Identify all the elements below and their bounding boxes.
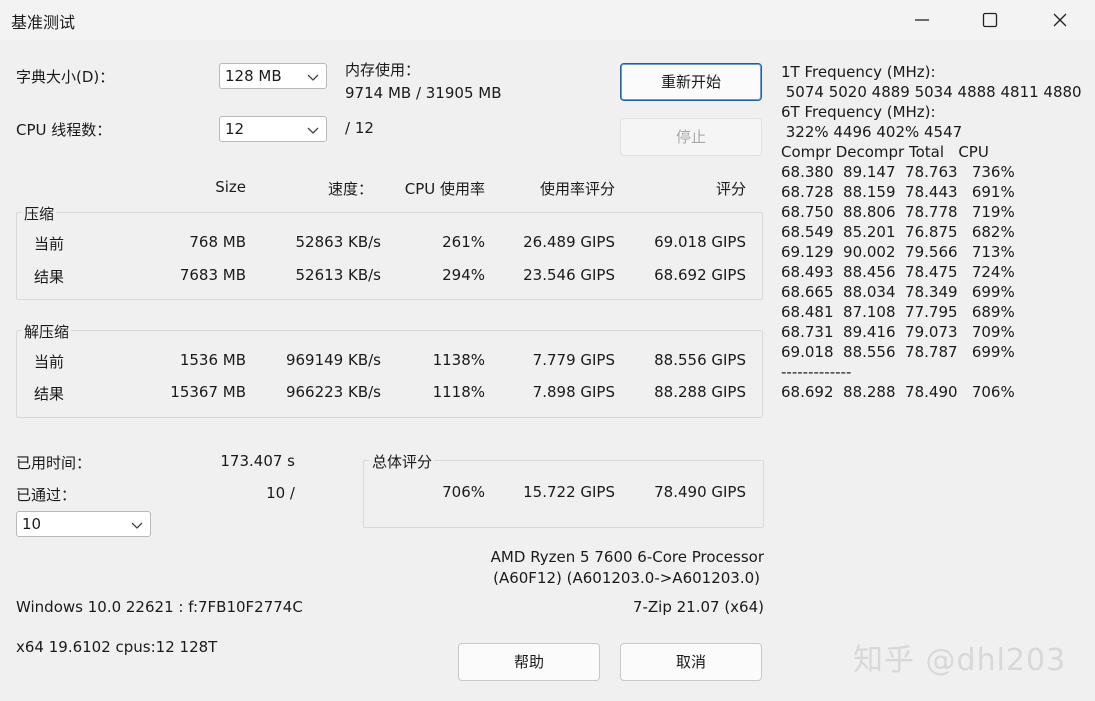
minimize-button[interactable] (887, 0, 957, 40)
compress-group-label: 压缩 (22, 203, 57, 224)
chevron-down-icon (131, 522, 143, 529)
cell-cpu: 261% (442, 233, 485, 251)
cell-speed: 969149 KB/s (285, 351, 381, 369)
cancel-button[interactable]: 取消 (620, 643, 762, 681)
freq1-label: 1T Frequency (MHz): (781, 63, 936, 81)
cell-speed: 52613 KB/s (295, 266, 381, 284)
freq6-label: 6T Frequency (MHz): (781, 103, 936, 121)
cell-rating: 88.288 GIPS (654, 383, 746, 401)
watermark: 知乎 @dhl203 (853, 643, 1067, 678)
total-rating-label: 总体评分 (370, 451, 435, 472)
total-cpu: 706% (442, 483, 485, 501)
dict-size-label: 字典大小(D)： (16, 68, 115, 86)
log-row: 69.018 88.556 78.787 699% (781, 343, 1015, 361)
freq6-values: 322% 4496 402% 4547 (781, 123, 963, 141)
cpu-threads-max: / 12 (345, 119, 374, 137)
chevron-down-icon (307, 74, 319, 81)
cell-size: 768 MB (189, 233, 246, 251)
cell-size: 15367 MB (170, 383, 246, 401)
freq1-values: 5074 5020 4889 5034 4888 4811 4880 (781, 83, 1082, 101)
decompress-group (16, 330, 763, 418)
passes-select[interactable]: 10 (16, 511, 151, 537)
passes-label: 已通过： (16, 486, 77, 504)
memory-usage-value: 9714 MB / 31905 MB (345, 84, 502, 102)
cell-speed: 52863 KB/s (295, 233, 381, 251)
cell-size: 1536 MB (179, 351, 246, 369)
header-speed: 速度： (327, 180, 373, 198)
log-row: 68.493 88.456 78.475 724% (781, 263, 1015, 281)
cell-usage-rating: 23.546 GIPS (523, 266, 615, 284)
header-size: Size (215, 178, 246, 196)
decompress-group-label: 解压缩 (22, 321, 72, 342)
log-row: 68.750 88.806 78.778 719% (781, 203, 1015, 221)
row-label: 当前 (34, 353, 65, 371)
header-rating: 评分 (715, 180, 746, 198)
log-row: 68.728 88.159 78.443 691% (781, 183, 1015, 201)
app-version: 7-Zip 21.07 (x64) (632, 598, 764, 616)
header-cpu-usage: CPU 使用率 (404, 180, 485, 198)
log-separator: ------------- (781, 363, 852, 381)
log-row: 68.549 85.201 76.875 682% (781, 223, 1015, 241)
dict-size-select[interactable]: 128 MB (219, 63, 327, 89)
cell-cpu: 1118% (432, 383, 485, 401)
log-row: 68.731 89.416 79.073 709% (781, 323, 1015, 341)
arch-info: x64 19.6102 cpus:12 128T (16, 638, 218, 656)
stop-button[interactable]: 停止 (620, 118, 762, 156)
log-row: 68.380 89.147 78.763 736% (781, 163, 1015, 181)
row-label: 当前 (34, 235, 65, 253)
cell-size: 7683 MB (179, 266, 246, 284)
row-label: 结果 (34, 268, 65, 286)
close-button[interactable] (1025, 0, 1095, 40)
cell-usage-rating: 7.779 GIPS (532, 351, 615, 369)
log-row: 69.129 90.002 79.566 713% (781, 243, 1015, 261)
cell-speed: 966223 KB/s (285, 383, 381, 401)
row-label: 结果 (34, 385, 65, 403)
compress-group (16, 212, 763, 300)
cpu-threads-label: CPU 线程数： (16, 121, 112, 139)
passes-select-value: 10 (22, 515, 42, 533)
total-usage-rating: 15.722 GIPS (523, 483, 615, 501)
maximize-icon (982, 12, 998, 28)
close-icon (1053, 13, 1067, 27)
cell-rating: 69.018 GIPS (654, 233, 746, 251)
cell-usage-rating: 7.898 GIPS (532, 383, 615, 401)
log-row: 68.481 87.108 77.795 689% (781, 303, 1015, 321)
window-title: 基准测试 (11, 13, 76, 32)
log-row: 68.665 88.034 78.349 699% (781, 283, 1015, 301)
cell-rating: 68.692 GIPS (654, 266, 746, 284)
cpu-id: (A60F12) (A601203.0->A601203.0) (493, 569, 760, 587)
chevron-down-icon (307, 127, 319, 134)
header-usage-rating: 使用率评分 (539, 180, 615, 198)
log-header: Compr Decompr Total CPU (781, 143, 989, 161)
cpu-name: AMD Ryzen 5 7600 6-Core Processor (490, 548, 764, 566)
elapsed-time-value: 173.407 s (220, 452, 295, 470)
maximize-button[interactable] (955, 0, 1025, 40)
os-info: Windows 10.0 22621 : f:7FB10F2774C (16, 598, 303, 616)
cpu-threads-value: 12 (225, 120, 245, 138)
memory-usage-label: 内存使用： (345, 61, 421, 79)
elapsed-time-label: 已用时间： (16, 454, 92, 472)
cpu-threads-select[interactable]: 12 (219, 116, 327, 142)
passes-value: 10 / (266, 484, 295, 502)
log-summary: 68.692 88.288 78.490 706% (781, 383, 1015, 401)
cell-usage-rating: 26.489 GIPS (523, 233, 615, 251)
restart-button[interactable]: 重新开始 (620, 63, 762, 101)
dict-size-value: 128 MB (225, 67, 282, 85)
minimize-icon (915, 19, 929, 21)
total-rating: 78.490 GIPS (654, 483, 746, 501)
cell-cpu: 294% (442, 266, 485, 284)
help-button[interactable]: 帮助 (458, 643, 600, 681)
cell-rating: 88.556 GIPS (654, 351, 746, 369)
cell-cpu: 1138% (432, 351, 485, 369)
